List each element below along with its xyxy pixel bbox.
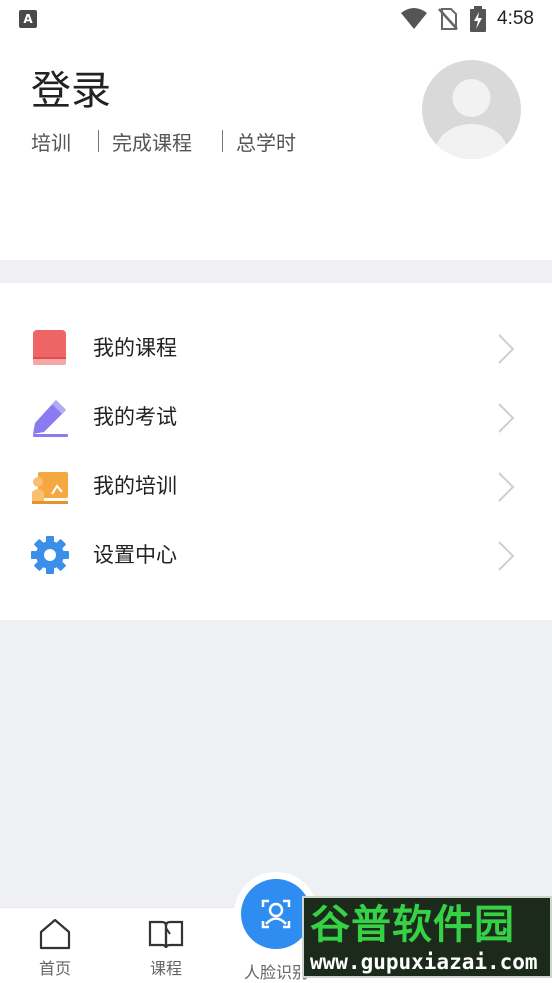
menu-list: 我的课程 我的考试 我的培训 设置中心 (0, 283, 552, 620)
chevron-right-icon (498, 334, 515, 364)
wifi-icon (401, 8, 427, 29)
stat-divider (222, 130, 223, 152)
notification-badge: A (19, 10, 37, 28)
tab-label: 课程 (149, 959, 182, 978)
menu-label: 我的培训 (93, 474, 177, 498)
menu-item-my-courses[interactable]: 我的课程 (0, 314, 552, 383)
status-time: 4:58 (497, 8, 534, 29)
face-recognition-button[interactable] (241, 879, 311, 949)
chevron-right-icon (498, 472, 515, 502)
training-board-icon (32, 472, 68, 504)
tab-courses[interactable]: 课程 (131, 908, 201, 983)
menu-label: 我的课程 (93, 336, 177, 360)
status-bar: A 4:58 (0, 0, 552, 38)
watermark-title: 谷普软件园 (310, 902, 515, 948)
tab-label: 首页 (38, 959, 71, 978)
tab-home[interactable]: 首页 (20, 908, 90, 983)
menu-item-my-exams[interactable]: 我的考试 (0, 383, 552, 452)
no-sim-icon (438, 8, 458, 30)
chevron-right-icon (498, 403, 515, 433)
book-icon (33, 330, 66, 365)
stat-completed-courses: 完成课程 (112, 130, 192, 155)
menu-label: 我的考试 (93, 405, 177, 429)
pencil-icon (33, 400, 68, 437)
stat-divider (98, 130, 99, 152)
menu-item-my-training[interactable]: 我的培训 (0, 452, 552, 521)
stat-training: 培训 (31, 130, 71, 155)
battery-charging-icon (470, 6, 486, 32)
menu-label: 设置中心 (93, 543, 177, 567)
stat-total-hours: 总学时 (236, 130, 296, 155)
profile-stats: 培训 完成课程 总学时 (31, 128, 296, 155)
watermark-url: www.gupuxiazai.com (310, 950, 538, 974)
chevron-right-icon (498, 541, 515, 571)
watermark-logo: 谷普软件园 www.gupuxiazai.com (302, 896, 552, 978)
open-book-icon (148, 920, 184, 949)
login-title[interactable]: 登录 (31, 67, 111, 115)
default-avatar-icon (435, 79, 508, 159)
home-icon (39, 918, 71, 950)
menu-item-settings[interactable]: 设置中心 (0, 521, 552, 590)
face-recognition-icon (261, 899, 291, 929)
gear-icon (31, 536, 69, 574)
avatar[interactable] (422, 60, 521, 159)
